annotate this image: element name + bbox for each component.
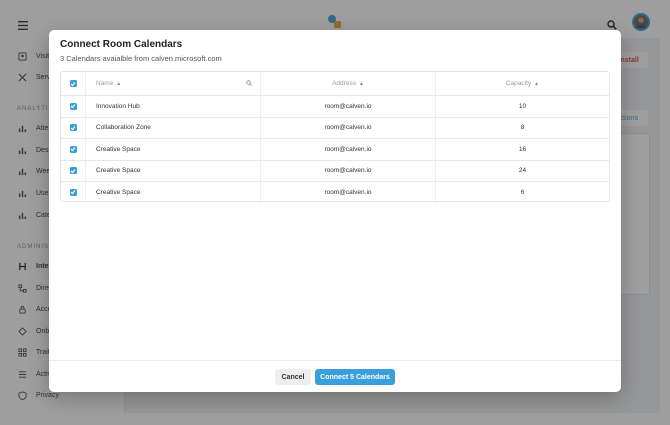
search-icon[interactable]: [246, 80, 252, 88]
column-label: Name: [96, 80, 114, 87]
column-header-capacity[interactable]: Capacity ▲: [436, 72, 609, 95]
cell-address: room@calven.io: [261, 139, 436, 160]
cell-name: Collaboration Zone: [86, 117, 261, 138]
dialog-subtitle: 3 Calendars avaialble from calven.micros…: [60, 54, 222, 63]
cell-name: Innovation Hub: [86, 96, 261, 117]
dialog-title: Connect Room Calendars: [60, 39, 183, 50]
sort-icon: ▲: [116, 80, 122, 87]
row-checkbox[interactable]: [61, 96, 86, 117]
cell-address: room@calven.io: [261, 160, 436, 181]
row-checkbox[interactable]: [61, 139, 86, 160]
cell-address: room@calven.io: [261, 117, 436, 138]
row-checkbox[interactable]: [61, 160, 86, 181]
table-row[interactable]: Innovation Hub room@calven.io 10: [61, 95, 609, 117]
dialog-footer: Cancel Connect 5 Calendars: [49, 360, 621, 392]
sort-icon: ▲: [358, 80, 364, 87]
row-checkbox[interactable]: [61, 182, 86, 203]
check-icon: [70, 104, 76, 109]
cell-capacity: 10: [518, 102, 527, 110]
check-icon: [70, 125, 76, 131]
table-header: Name ▲ Address ▲ Capacity ▲: [61, 72, 609, 95]
cell-address: room@calven.io: [261, 182, 436, 203]
row-checkbox[interactable]: [61, 117, 86, 138]
column-label: Capacity: [505, 80, 532, 87]
column-header-name[interactable]: Name ▲: [86, 72, 261, 95]
cancel-button[interactable]: Cancel: [275, 369, 311, 385]
table-row[interactable]: Collaboration Zone room@calven.io 8: [61, 116, 609, 138]
cell-name: Creative Space: [86, 160, 261, 181]
cell-capacity: 8: [520, 124, 525, 132]
check-icon: [70, 147, 76, 152]
check-icon: [70, 168, 76, 174]
cell-name: Creative Space: [86, 139, 261, 160]
table-row[interactable]: Creative Space room@calven.io 16: [61, 138, 609, 160]
cell-capacity: 24: [518, 167, 527, 175]
select-all-checkbox[interactable]: [61, 72, 86, 95]
cell-name: Creative Space: [86, 182, 261, 203]
table-row[interactable]: Creative Space room@calven.io 24: [61, 159, 609, 181]
sort-icon: ▲: [534, 80, 540, 87]
cell-capacity: 6: [520, 188, 525, 196]
check-icon: [70, 190, 76, 195]
column-label: Address: [332, 80, 356, 87]
connect-calendars-dialog: Connect Room Calendars 3 Calendars avaia…: [49, 30, 621, 392]
check-icon: [70, 81, 76, 86]
calendars-table: Name ▲ Address ▲ Capacity ▲ Innovation H…: [60, 71, 610, 203]
cell-address: room@calven.io: [261, 96, 436, 117]
connect-calendars-button[interactable]: Connect 5 Calendars: [315, 369, 395, 385]
column-header-address[interactable]: Address ▲: [261, 72, 436, 95]
cell-capacity: 16: [518, 145, 527, 153]
table-row[interactable]: Creative Space room@calven.io 6: [61, 181, 609, 203]
